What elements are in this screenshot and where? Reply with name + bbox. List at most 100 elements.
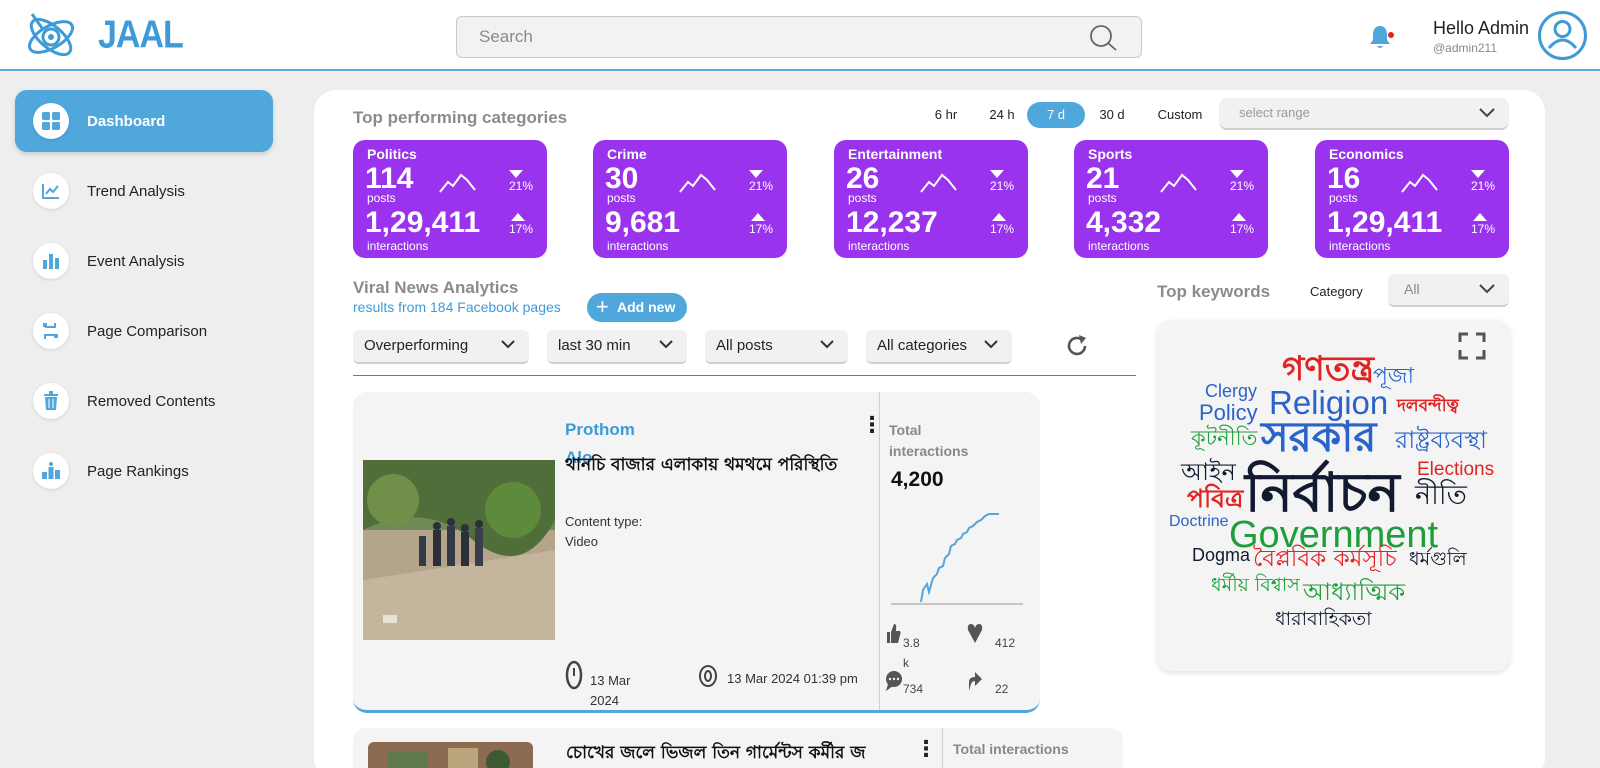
divider: [879, 392, 880, 710]
keyword[interactable]: দলবন্দীত্ব: [1397, 398, 1459, 415]
keyword[interactable]: Clergy: [1205, 382, 1257, 400]
keyword[interactable]: বৈপ্লবিক কর্মসূচি: [1253, 548, 1397, 571]
category-card[interactable]: Entertainment 26 posts 12,237 interactions 21…: [834, 140, 1028, 258]
logo[interactable]: JAAL: [22, 6, 184, 64]
news-card[interactable]: Prothom Alo থানচি বাজার এলাকায় থমথমে পর…: [353, 392, 1040, 713]
user-icon: [1547, 20, 1578, 50]
loves-count: 412: [995, 636, 1016, 650]
post-type-filter[interactable]: All posts: [705, 330, 848, 364]
category-card[interactable]: Politics 114 posts 1,29,411 interactions 21% 1…: [353, 140, 547, 258]
category-card[interactable]: Economics 16 posts 1,29,411 interactions 21% 1…: [1315, 140, 1509, 258]
sidebar-item-page-rankings[interactable]: Page Rankings: [15, 440, 273, 502]
posts-label: posts: [367, 191, 396, 205]
range-6hr[interactable]: 6 hr: [927, 102, 965, 128]
category-card[interactable]: Sports 21 posts 4,332 interactions 21% 17%: [1074, 140, 1268, 258]
sidebar-item-page-comparison[interactable]: Page Comparison: [15, 300, 273, 362]
category-filter[interactable]: All categories: [866, 330, 1012, 364]
sidebar-item-trend-analysis[interactable]: Trend Analysis: [15, 160, 273, 222]
arrow-up-icon: [1473, 213, 1487, 221]
chevron-down-icon: [820, 340, 834, 349]
news-headline[interactable]: চোখের জলে ভিজল তিন গার্মেন্টস কর্মীর জ: [566, 740, 901, 768]
range-30d[interactable]: 30 d: [1093, 102, 1131, 128]
keyword[interactable]: আইন: [1181, 460, 1236, 484]
interactions-count: 1,29,411: [365, 206, 481, 239]
sidebar-item-removed-contents[interactable]: Removed Contents: [15, 370, 273, 432]
line-chart-icon: [33, 173, 69, 209]
keyword[interactable]: পবিত্র: [1187, 486, 1243, 511]
keyword[interactable]: Doctrine: [1169, 514, 1229, 530]
arrow-down-icon: [990, 170, 1004, 178]
keyword[interactable]: সরকার: [1261, 416, 1377, 458]
interactions-label: interactions: [1329, 239, 1391, 253]
posts-label: posts: [1088, 191, 1117, 205]
category-label: Category: [1310, 284, 1363, 299]
performance-filter[interactable]: Overperforming: [353, 330, 529, 364]
arrow-up-icon: [1232, 213, 1246, 221]
pages-count-link[interactable]: results from 184 Facebook pages: [353, 299, 561, 315]
avatar[interactable]: [1538, 11, 1587, 60]
divider: [353, 375, 1136, 376]
keyword[interactable]: Dogma: [1192, 546, 1250, 564]
range-select-placeholder: select range: [1239, 105, 1310, 120]
keyword[interactable]: Elections: [1417, 460, 1494, 479]
keyword[interactable]: Policy: [1199, 402, 1258, 424]
notification-bell-icon[interactable]: [1368, 24, 1396, 50]
arrow-up-icon: [992, 213, 1006, 221]
keyword[interactable]: ধর্মীয় বিশ্বাস: [1211, 576, 1300, 595]
keyword-category-select[interactable]: All: [1388, 274, 1509, 307]
increase-percent: 17%: [990, 222, 1015, 236]
news-thumbnail[interactable]: [363, 460, 555, 640]
news-card[interactable]: চোখের জলে ভিজল তিন গার্মেন্টস কর্মীর জ ⋮…: [353, 728, 1123, 768]
filter-value: last 30 min: [558, 337, 631, 354]
news-thumbnail[interactable]: [368, 742, 533, 768]
like-icon: [887, 624, 901, 643]
keyword[interactable]: কূটনীতি: [1191, 428, 1257, 449]
category-name: Politics: [367, 146, 417, 162]
interactions-label: interactions: [1088, 239, 1150, 253]
keyword[interactable]: নীতি: [1415, 482, 1467, 509]
interactions-label: interactions: [367, 239, 429, 253]
keyword-cloud: গণতন্ত্র পূজা Clergy Religion দলবন্দীত্ব Poli…: [1157, 320, 1510, 671]
range-custom[interactable]: Custom: [1152, 102, 1208, 128]
interactions-count: 4,332: [1086, 206, 1162, 239]
sidebar-item-event-analysis[interactable]: Event Analysis: [15, 230, 273, 292]
search-icon[interactable]: [1089, 24, 1119, 52]
range-7d[interactable]: 7 d: [1027, 102, 1085, 128]
viral-news-title: Viral News Analytics: [353, 278, 519, 297]
keyword[interactable]: ধর্মগুলি: [1409, 550, 1467, 569]
category-name: Entertainment: [848, 146, 943, 162]
add-new-button[interactable]: Add new: [587, 292, 687, 322]
filter-value: All categories: [877, 337, 968, 354]
search-input[interactable]: [457, 17, 1057, 57]
increase-percent: 17%: [749, 222, 774, 236]
expand-icon[interactable]: [1458, 332, 1486, 360]
keyword[interactable]: ধারাবাহিকতা: [1275, 610, 1372, 629]
top-keywords-title: Top keywords: [1157, 282, 1271, 301]
sidebar-item-dashboard[interactable]: Dashboard: [15, 90, 273, 152]
range-select[interactable]: select range: [1219, 98, 1509, 130]
news-headline[interactable]: থানচি বাজার এলাকায় থমথমে পরিস্থিতি: [565, 452, 885, 480]
arrow-down-icon: [1471, 170, 1485, 178]
category-card[interactable]: Crime 30 posts 9,681 interactions 21% 17%: [593, 140, 787, 258]
keyword[interactable]: রাষ্ট্রব্যবস্থা: [1395, 428, 1487, 452]
username: @admin211: [1433, 41, 1497, 55]
share-icon: [969, 672, 982, 691]
category-name: Economics: [1329, 146, 1404, 162]
post-date: 13 Mar 2024: [590, 673, 631, 708]
comment-icon: [886, 671, 902, 691]
range-24h[interactable]: 24 h: [983, 102, 1021, 128]
keyword[interactable]: গণতন্ত্র: [1282, 352, 1374, 386]
sidebar-item-label: Removed Contents: [87, 392, 216, 410]
more-options-icon[interactable]: ⋮: [915, 736, 937, 762]
keyword[interactable]: নির্বাচন: [1245, 466, 1400, 520]
keyword[interactable]: আধ্যাত্মিক: [1303, 580, 1405, 604]
interactions-count: 1,29,411: [1327, 206, 1443, 239]
decrease-percent: 21%: [1230, 179, 1255, 193]
time-filter[interactable]: last 30 min: [547, 330, 687, 364]
logo-icon: [28, 13, 74, 57]
arrow-up-icon: [751, 213, 765, 221]
refresh-icon[interactable]: [1065, 334, 1089, 358]
trend-line-icon: [439, 173, 476, 193]
top-categories-title: Top performing categories: [353, 108, 568, 127]
sidebar-item-label: Dashboard: [87, 112, 166, 130]
